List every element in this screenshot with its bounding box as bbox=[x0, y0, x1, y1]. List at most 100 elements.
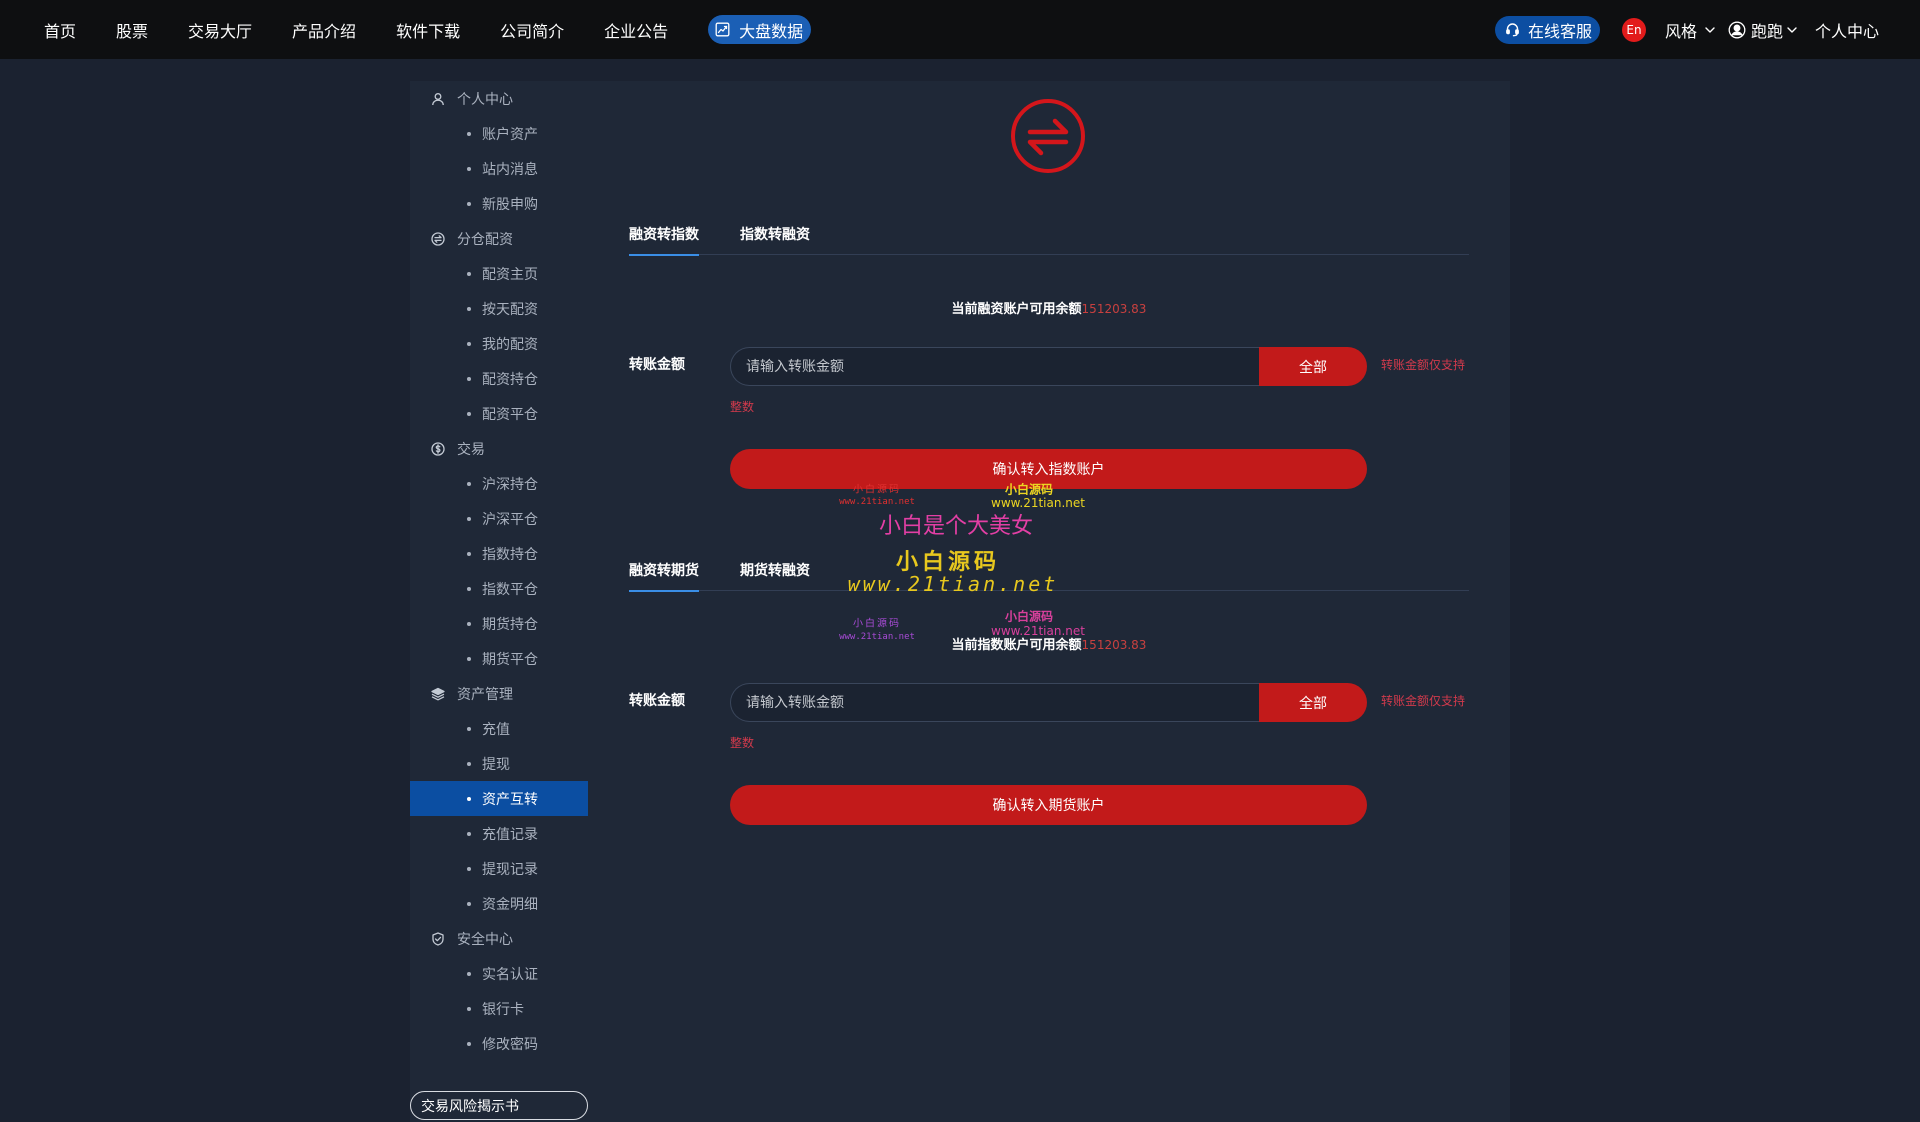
confirm-transfer-to-futures-button[interactable]: 确认转入期货账户 bbox=[730, 785, 1367, 825]
style-dropdown[interactable]: 风格 bbox=[1665, 18, 1716, 42]
sidebar-item-label: 充值 bbox=[482, 721, 510, 738]
chevron-down-icon bbox=[1786, 24, 1798, 36]
confirm-transfer-to-index-button[interactable]: 确认转入指数账户 bbox=[730, 449, 1367, 489]
exchange-logo-icon bbox=[1008, 96, 1088, 176]
sidebar-item-margin-home[interactable]: 配资主页 bbox=[410, 256, 588, 291]
bullet bbox=[467, 586, 471, 591]
bullet bbox=[467, 306, 471, 311]
bullet bbox=[467, 831, 471, 836]
sidebar-group-label: 分仓配资 bbox=[457, 231, 513, 248]
transfer-tabs: 融资转指数 指数转融资 bbox=[629, 221, 1469, 256]
tab-financing-to-futures[interactable]: 融资转期货 bbox=[629, 557, 699, 592]
sidebar-item-label: 实名认证 bbox=[482, 966, 538, 983]
chevron-down-icon bbox=[1704, 24, 1716, 36]
sidebar-group-security-center[interactable]: 安全中心 bbox=[410, 921, 588, 956]
bullet bbox=[467, 761, 471, 766]
sidebar-item-bank-card[interactable]: 银行卡 bbox=[410, 991, 588, 1026]
sidebar-item-label: 配资主页 bbox=[482, 266, 538, 283]
tab-futures-to-financing[interactable]: 期货转融资 bbox=[740, 557, 810, 591]
sidebar-item-fund-details[interactable]: 资金明细 bbox=[410, 886, 588, 921]
sidebar-group-label: 安全中心 bbox=[457, 931, 513, 948]
sidebar-item-site-messages[interactable]: 站内消息 bbox=[410, 151, 588, 186]
main-panel: 个人中心 账户资产 站内消息 新股申购 分仓配资 配资主页 按天配资 我的配资 … bbox=[410, 81, 1510, 1122]
sidebar-item-daily-margin[interactable]: 按天配资 bbox=[410, 291, 588, 326]
nav-trading-hall[interactable]: 交易大厅 bbox=[188, 18, 252, 42]
bullet bbox=[467, 621, 471, 626]
amount-hint-continued: 整数 bbox=[730, 736, 755, 750]
bullet bbox=[467, 656, 471, 661]
bullet bbox=[467, 901, 471, 906]
all-amount-button[interactable]: 全部 bbox=[1259, 347, 1367, 386]
sidebar-item-margin-closed[interactable]: 配资平仓 bbox=[410, 396, 588, 431]
sidebar-item-label: 按天配资 bbox=[482, 301, 538, 318]
sidebar-item-label: 资产互转 bbox=[482, 791, 538, 808]
personal-center-link[interactable]: 个人中心 bbox=[1815, 18, 1879, 42]
risk-disclosure-button[interactable]: 交易风险揭示书 bbox=[410, 1091, 588, 1120]
sidebar-item-index-positions[interactable]: 指数持仓 bbox=[410, 536, 588, 571]
balance-label: 当前融资账户可用余额 bbox=[951, 302, 1082, 317]
sidebar-item-label: 指数持仓 bbox=[482, 546, 538, 563]
available-balance: 当前融资账户可用余额151203.83 bbox=[629, 300, 1469, 318]
user-dropdown[interactable]: 跑跑 bbox=[1728, 18, 1798, 42]
language-toggle[interactable]: En bbox=[1622, 17, 1646, 42]
shield-check-icon bbox=[431, 931, 445, 946]
tab-financing-to-index[interactable]: 融资转指数 bbox=[629, 221, 699, 256]
sidebar-item-withdraw[interactable]: 提现 bbox=[410, 746, 588, 781]
nav-home[interactable]: 首页 bbox=[44, 18, 76, 42]
sidebar-item-label: 资金明细 bbox=[482, 896, 538, 913]
sidebar-item-a-share-positions[interactable]: 沪深持仓 bbox=[410, 466, 588, 501]
top-navbar: 首页 股票 交易大厅 产品介绍 软件下载 公司简介 企业公告 大盘数据 在线客服… bbox=[0, 0, 1920, 59]
balance-value: 151203.83 bbox=[1081, 638, 1147, 652]
headset-icon bbox=[1505, 22, 1520, 37]
sidebar-group-personal-center[interactable]: 个人中心 bbox=[410, 81, 588, 116]
nav-products[interactable]: 产品介绍 bbox=[292, 18, 356, 42]
sidebar-item-asset-transfer[interactable]: 资产互转 bbox=[410, 781, 588, 816]
sidebar-item-label: 配资平仓 bbox=[482, 406, 538, 423]
nav-stocks[interactable]: 股票 bbox=[116, 18, 148, 42]
nav-company-intro[interactable]: 公司简介 bbox=[500, 18, 564, 42]
sidebar-item-futures-closed[interactable]: 期货平仓 bbox=[410, 641, 588, 676]
amount-input[interactable] bbox=[730, 347, 1259, 386]
sidebar-item-index-closed[interactable]: 指数平仓 bbox=[410, 571, 588, 606]
bullet bbox=[467, 411, 471, 416]
sidebar-item-label: 新股申购 bbox=[482, 196, 538, 213]
sidebar-item-futures-positions[interactable]: 期货持仓 bbox=[410, 606, 588, 641]
sidebar-item-label: 账户资产 bbox=[482, 126, 538, 143]
amount-input[interactable] bbox=[730, 683, 1259, 722]
online-service-button[interactable]: 在线客服 bbox=[1495, 15, 1600, 44]
sidebar-group-margin-allocation[interactable]: 分仓配资 bbox=[410, 221, 588, 256]
nav-software-download[interactable]: 软件下载 bbox=[396, 18, 460, 42]
sidebar-item-identity-verification[interactable]: 实名认证 bbox=[410, 956, 588, 991]
tab-index-to-financing[interactable]: 指数转融资 bbox=[740, 221, 810, 255]
sidebar-item-label: 提现 bbox=[482, 756, 510, 773]
nav-market-data-button[interactable]: 大盘数据 bbox=[708, 15, 812, 44]
bullet bbox=[467, 796, 471, 801]
sidebar-item-ipo-subscription[interactable]: 新股申购 bbox=[410, 186, 588, 221]
sidebar-item-deposit[interactable]: 充值 bbox=[410, 711, 588, 746]
sidebar-item-deposit-records[interactable]: 充值记录 bbox=[410, 816, 588, 851]
sidebar-item-withdraw-records[interactable]: 提现记录 bbox=[410, 851, 588, 886]
sidebar-item-label: 沪深平仓 bbox=[482, 511, 538, 528]
sidebar-group-trading[interactable]: 交易 bbox=[410, 431, 588, 466]
amount-label: 转账金额 bbox=[629, 693, 685, 709]
bullet bbox=[467, 341, 471, 346]
available-balance: 当前指数账户可用余额151203.83 bbox=[629, 636, 1469, 654]
bullet bbox=[467, 726, 471, 731]
nav-market-data-label: 大盘数据 bbox=[739, 21, 804, 41]
amount-hint: 转账金额仅支持 bbox=[1381, 358, 1466, 372]
nav-right-group: 在线客服 En 风格 跑跑 个人中心 bbox=[1495, 0, 1879, 59]
sidebar-group-label: 资产管理 bbox=[457, 686, 513, 703]
sidebar-item-margin-positions[interactable]: 配资持仓 bbox=[410, 361, 588, 396]
online-service-label: 在线客服 bbox=[1528, 21, 1593, 41]
bullet bbox=[467, 551, 471, 556]
nav-announcements[interactable]: 企业公告 bbox=[604, 18, 668, 42]
all-amount-button[interactable]: 全部 bbox=[1259, 683, 1367, 722]
sidebar-item-account-assets[interactable]: 账户资产 bbox=[410, 116, 588, 151]
amount-hint-continued: 整数 bbox=[730, 400, 755, 414]
sidebar-item-label: 配资持仓 bbox=[482, 371, 538, 388]
sidebar-item-change-password[interactable]: 修改密码 bbox=[410, 1026, 588, 1061]
sidebar-item-a-share-closed[interactable]: 沪深平仓 bbox=[410, 501, 588, 536]
amount-hint: 转账金额仅支持 bbox=[1381, 694, 1466, 708]
sidebar-group-asset-management[interactable]: 资产管理 bbox=[410, 676, 588, 711]
sidebar-item-my-margin[interactable]: 我的配资 bbox=[410, 326, 588, 361]
